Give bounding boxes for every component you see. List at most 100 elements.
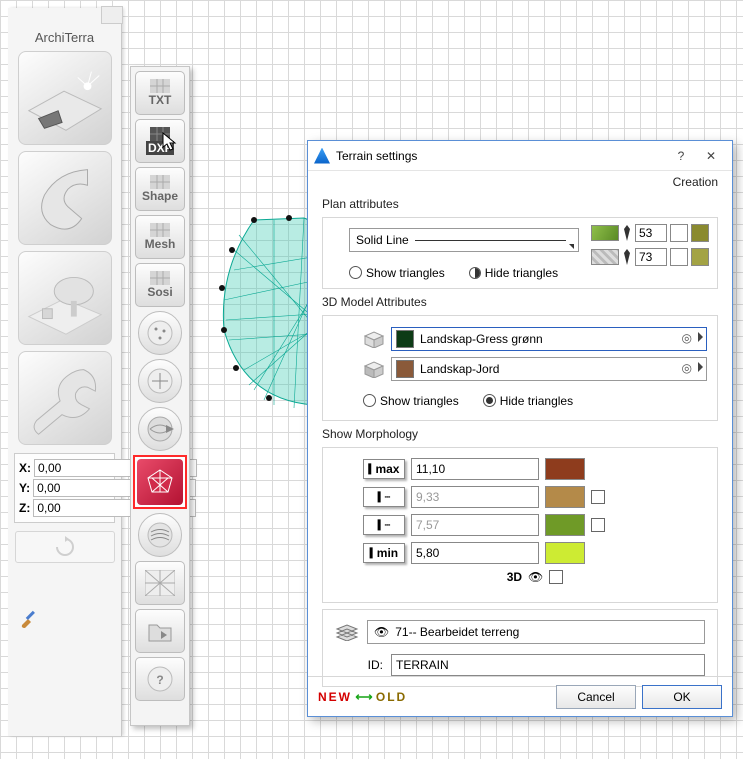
- id-label: ID:: [335, 658, 383, 672]
- new-old-indicator: NEW ⟷ OLD: [318, 690, 407, 704]
- tool-level-button[interactable]: [138, 359, 182, 403]
- morph-max-input[interactable]: [411, 458, 539, 480]
- line-type-value: Solid Line: [356, 233, 409, 247]
- eyedropper-icon[interactable]: [19, 608, 39, 628]
- grid-icon: [150, 175, 170, 189]
- palette-close-button[interactable]: [101, 6, 123, 24]
- triangulate-icon: [145, 570, 175, 596]
- pen1-link-toggle[interactable]: [670, 224, 688, 242]
- grid-icon: [150, 79, 170, 93]
- pen1-input[interactable]: [635, 224, 667, 242]
- layer-value: 71-- Bearbeidet terreng: [395, 625, 519, 639]
- model-attributes-heading: 3D Model Attributes: [322, 295, 718, 309]
- import-toolbar: TXT DXF Shape Mesh Sosi ?: [130, 66, 190, 726]
- surface-swatch-green[interactable]: [591, 225, 619, 241]
- morph-color-1[interactable]: [545, 458, 585, 480]
- tool-excavator[interactable]: [18, 151, 112, 245]
- morph-min-input[interactable]: [411, 542, 539, 564]
- pen2-color-swatch[interactable]: [691, 248, 709, 266]
- morph-color-4[interactable]: [545, 542, 585, 564]
- import-txt-button[interactable]: TXT: [135, 71, 185, 115]
- refresh-button[interactable]: [15, 531, 115, 563]
- cube-side-icon: [363, 360, 385, 378]
- dialog-close-button[interactable]: ✕: [696, 144, 726, 168]
- morphology-heading: Show Morphology: [322, 427, 718, 441]
- eye-icon: 👁: [374, 625, 389, 639]
- coord-x-label: X:: [19, 461, 34, 475]
- folder-arrow-icon: [147, 619, 173, 643]
- cube-top-icon: [363, 330, 385, 348]
- material-swatch-icon: [396, 360, 414, 378]
- import-shape-button[interactable]: Shape: [135, 167, 185, 211]
- preview-icon: ◎: [682, 361, 692, 375]
- material-side-dropdown[interactable]: Landskap-Jord ◎: [391, 357, 707, 381]
- coord-y-label: Y:: [19, 481, 33, 495]
- model-hide-triangles-radio[interactable]: Hide triangles: [483, 394, 573, 408]
- surface-swatch-mesh[interactable]: [591, 249, 619, 265]
- dialog-titlebar[interactable]: Terrain settings ? ✕: [308, 141, 732, 171]
- dialog-footer: NEW ⟷ OLD Cancel OK: [308, 676, 732, 716]
- grid-icon: [150, 223, 170, 237]
- plan-hide-triangles-radio[interactable]: Hide triangles: [469, 266, 558, 280]
- pen2-input[interactable]: [635, 248, 667, 266]
- sosi-label: Sosi: [147, 285, 172, 299]
- tool-direction-button[interactable]: [138, 407, 182, 451]
- dialog-help-button[interactable]: ?: [666, 144, 696, 168]
- terrain-settings-dialog: Terrain settings ? ✕ Creation Plan attri…: [307, 140, 733, 717]
- morph-max-label: ▍max: [363, 459, 405, 479]
- layer-dropdown[interactable]: 👁 71-- Bearbeidet terreng: [367, 620, 705, 644]
- tool-settings-wrench[interactable]: [18, 351, 112, 445]
- tool-terrain-block[interactable]: [18, 51, 112, 145]
- material-top-dropdown[interactable]: Landskap-Gress grønn ◎: [391, 327, 707, 351]
- tool-vegetation[interactable]: [18, 251, 112, 345]
- pen-icon: [622, 224, 632, 242]
- morph-color-2[interactable]: [545, 486, 585, 508]
- cursor-icon: [162, 132, 178, 152]
- dialog-title: Terrain settings: [336, 149, 666, 163]
- morph-min-label: ▍min: [363, 543, 405, 563]
- tool-export-button[interactable]: [135, 609, 185, 653]
- morph-color-3[interactable]: [545, 514, 585, 536]
- pen1-color-swatch[interactable]: [691, 224, 709, 242]
- preview-icon: ◎: [682, 331, 692, 345]
- tool-terrain-settings-selected[interactable]: [133, 455, 187, 509]
- circle-arrows-icon: [146, 367, 174, 395]
- dropdown-arrow-icon: [569, 244, 574, 249]
- help-button[interactable]: ?: [135, 657, 185, 701]
- ok-button[interactable]: OK: [642, 685, 722, 709]
- circle-dots-icon: [146, 319, 174, 347]
- shape-label: Shape: [142, 189, 178, 203]
- waves-icon: [146, 521, 174, 549]
- tool-triangulate-button[interactable]: [135, 561, 185, 605]
- material-side-value: Landskap-Jord: [420, 362, 499, 376]
- morph-v2-input: [411, 486, 539, 508]
- morph-3d-label: 3D: [507, 570, 522, 584]
- plan-attributes-heading: Plan attributes: [322, 197, 718, 211]
- pen-icon: [622, 248, 632, 266]
- line-type-dropdown[interactable]: Solid Line: [349, 228, 579, 252]
- morph-step-label: ▍┄: [363, 487, 405, 507]
- globe-arrow-icon: [146, 415, 174, 443]
- cancel-button[interactable]: Cancel: [556, 685, 636, 709]
- id-input[interactable]: [391, 654, 705, 676]
- refresh-icon: [53, 535, 77, 559]
- tool-contours-button[interactable]: [138, 513, 182, 557]
- morph-step-label: ▍┄: [363, 515, 405, 535]
- morph-3d-checkbox[interactable]: [549, 570, 563, 584]
- model-show-triangles-radio[interactable]: Show triangles: [363, 394, 459, 408]
- pen2-link-toggle[interactable]: [670, 248, 688, 266]
- import-sosi-button[interactable]: Sosi: [135, 263, 185, 307]
- material-top-value: Landskap-Gress grønn: [420, 332, 543, 346]
- import-mesh-button[interactable]: Mesh: [135, 215, 185, 259]
- morph-check-2[interactable]: [591, 490, 605, 504]
- morph-check-3[interactable]: [591, 518, 605, 532]
- plan-show-triangles-radio[interactable]: Show triangles: [349, 266, 445, 280]
- grid-icon: [150, 271, 170, 285]
- txt-label: TXT: [149, 93, 172, 107]
- morph-v3-input: [411, 514, 539, 536]
- tool-points-button[interactable]: [138, 311, 182, 355]
- mesh-label: Mesh: [145, 237, 176, 251]
- help-icon: ?: [146, 665, 174, 693]
- architerra-palette: ArchiTerra X: Y: Z:: [8, 8, 122, 736]
- app-icon: [314, 148, 330, 164]
